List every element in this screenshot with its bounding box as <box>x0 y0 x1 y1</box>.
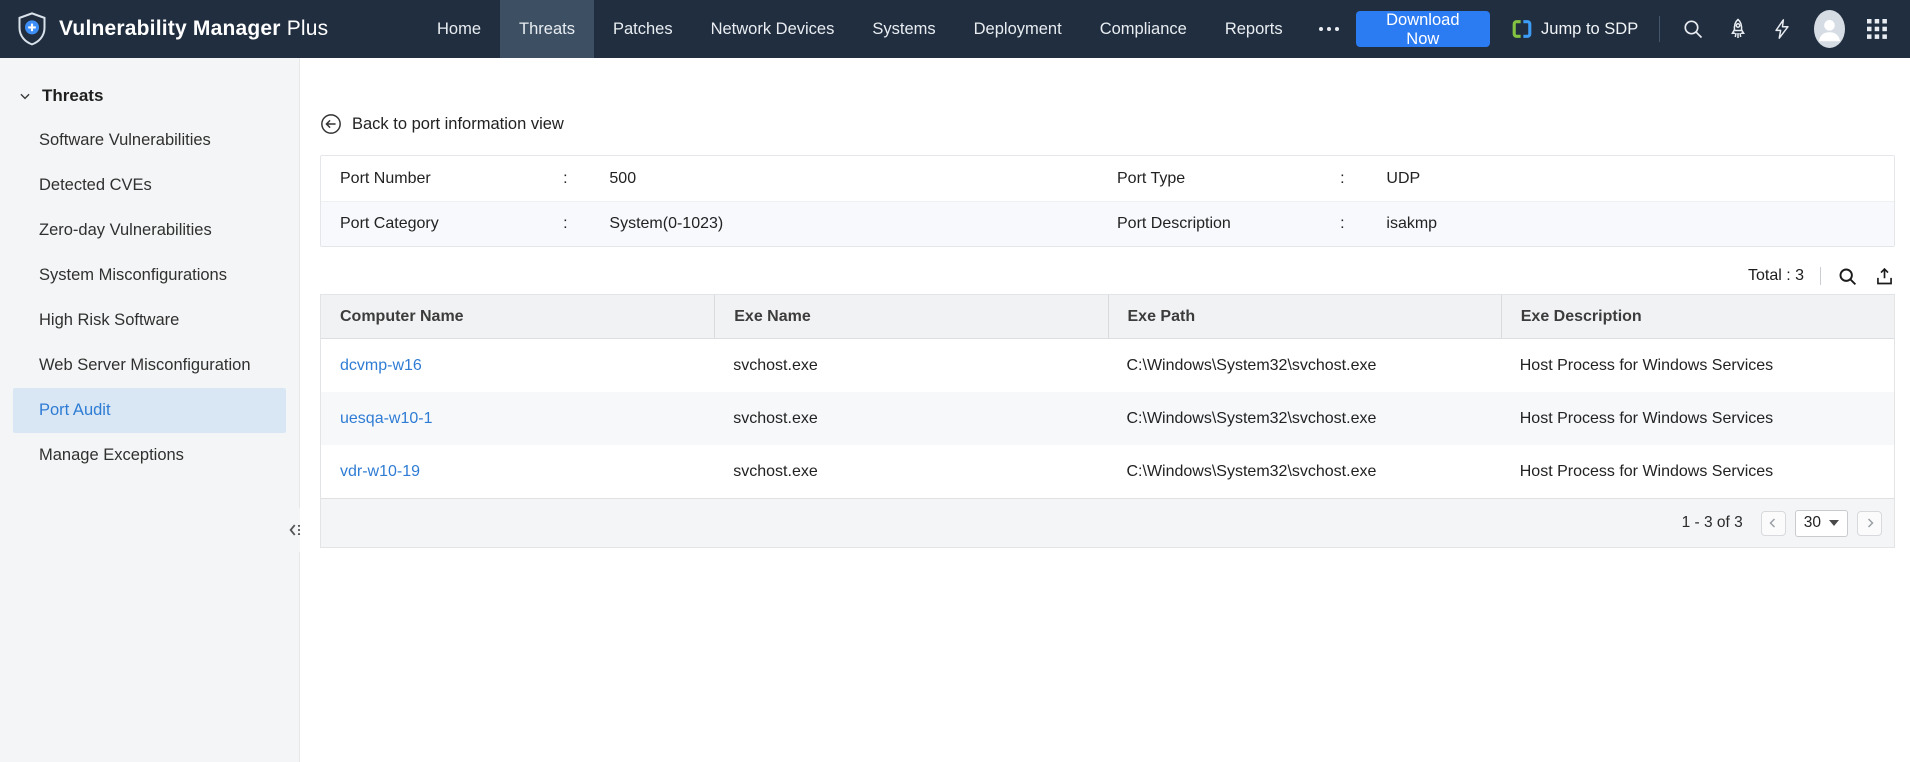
exe-path-cell: C:\Windows\System32\svchost.exe <box>1126 356 1377 374</box>
computer-name-link[interactable]: uesqa-w10-1 <box>340 410 433 428</box>
column-header-computer-name[interactable]: Computer Name <box>321 295 714 338</box>
main-content: Back to port information view Port Numbe… <box>300 58 1910 762</box>
nav-home[interactable]: Home <box>418 0 500 58</box>
export-icon[interactable] <box>1874 266 1895 287</box>
main-nav: Home Threats Patches Network Devices Sys… <box>418 0 1356 58</box>
more-menu-icon[interactable] <box>1302 27 1356 31</box>
sidebar: Threats Software Vulnerabilities Detecte… <box>0 58 300 762</box>
table-row: uesqa-w10-1 svchost.exe C:\Windows\Syste… <box>321 392 1894 445</box>
port-info-row: Port Category : System(0-1023) Port Desc… <box>321 201 1894 246</box>
exe-name-cell: svchost.exe <box>733 462 818 480</box>
user-avatar[interactable] <box>1814 10 1845 48</box>
nav-network-devices[interactable]: Network Devices <box>692 0 854 58</box>
table-row: vdr-w10-19 svchost.exe C:\Windows\System… <box>321 445 1894 498</box>
sidebar-item-zero-day-vulnerabilities[interactable]: Zero-day Vulnerabilities <box>0 208 299 253</box>
total-count: Total : 3 <box>1747 267 1804 284</box>
port-number-label: Port Number <box>340 169 431 187</box>
app-title: Vulnerability Manager Plus <box>59 17 329 40</box>
exe-description-cell: Host Process for Windows Services <box>1519 409 1774 427</box>
next-page-button[interactable] <box>1857 510 1882 536</box>
table-search-icon[interactable] <box>1837 266 1858 287</box>
sidebar-item-port-audit[interactable]: Port Audit <box>13 388 286 433</box>
table-header-row: Computer Name Exe Name Exe Path Exe Desc… <box>321 295 1894 339</box>
table-row: dcvmp-w16 svchost.exe C:\Windows\System3… <box>321 339 1894 392</box>
sidebar-group-threats[interactable]: Threats <box>0 74 299 118</box>
brand: Vulnerability Manager Plus <box>0 12 360 46</box>
column-header-exe-description[interactable]: Exe Description <box>1500 295 1894 338</box>
exe-path-cell: C:\Windows\System32\svchost.exe <box>1126 462 1377 480</box>
sidebar-item-high-risk-software[interactable]: High Risk Software <box>0 298 299 343</box>
back-link[interactable]: Back to port information view <box>320 113 1895 135</box>
jump-to-sdp-link[interactable]: Jump to SDP <box>1511 18 1638 40</box>
topbar-right-actions: Download Now Jump to SDP <box>1355 10 1910 48</box>
port-processes-table: Computer Name Exe Name Exe Path Exe Desc… <box>320 294 1895 548</box>
exe-description-cell: Host Process for Windows Services <box>1519 356 1774 374</box>
lightning-icon[interactable] <box>1771 17 1793 41</box>
sidebar-item-web-server-misconfiguration[interactable]: Web Server Misconfiguration <box>0 343 299 388</box>
top-navigation-bar: Vulnerability Manager Plus Home Threats … <box>0 0 1910 58</box>
port-type-value: UDP <box>1386 169 1421 187</box>
pagination-bar: 1 - 3 of 3 30 <box>321 498 1894 547</box>
nav-compliance[interactable]: Compliance <box>1081 0 1206 58</box>
select-caret-icon <box>1829 520 1839 526</box>
sdp-logo-icon <box>1511 18 1533 40</box>
port-info-panel: Port Number : 500 Port Type : UDP Port C… <box>320 155 1895 247</box>
port-number-value: 500 <box>609 169 637 187</box>
topbar-divider <box>1659 16 1661 42</box>
exe-name-cell: svchost.exe <box>733 356 818 374</box>
computer-name-link[interactable]: dcvmp-w16 <box>340 357 422 375</box>
port-category-value: System(0-1023) <box>609 215 724 232</box>
exe-path-cell: C:\Windows\System32\svchost.exe <box>1126 409 1377 427</box>
download-now-button[interactable]: Download Now <box>1355 11 1491 48</box>
rocket-icon[interactable] <box>1726 17 1750 41</box>
nav-reports[interactable]: Reports <box>1206 0 1302 58</box>
apps-grid-icon[interactable] <box>1866 18 1888 40</box>
sidebar-item-detected-cves[interactable]: Detected CVEs <box>0 163 299 208</box>
column-header-exe-name[interactable]: Exe Name <box>714 295 1107 338</box>
port-type-label: Port Type <box>1117 169 1186 187</box>
chevron-down-icon <box>18 89 32 103</box>
computer-name-link[interactable]: vdr-w10-19 <box>340 463 420 481</box>
back-arrow-icon <box>320 113 342 135</box>
table-toolbar: Total : 3 <box>320 261 1895 291</box>
shield-logo-icon <box>17 12 47 46</box>
page-size-select[interactable]: 30 <box>1794 509 1848 537</box>
exe-name-cell: svchost.exe <box>733 409 818 427</box>
nav-patches[interactable]: Patches <box>594 0 692 58</box>
port-description-label: Port Description <box>1117 215 1231 232</box>
port-category-label: Port Category <box>340 215 439 232</box>
sidebar-item-manage-exceptions[interactable]: Manage Exceptions <box>0 433 299 478</box>
sidebar-item-system-misconfigurations[interactable]: System Misconfigurations <box>0 253 299 298</box>
port-info-row: Port Number : 500 Port Type : UDP <box>321 156 1894 201</box>
column-header-exe-path[interactable]: Exe Path <box>1107 295 1501 338</box>
search-icon[interactable] <box>1681 17 1705 41</box>
sidebar-item-software-vulnerabilities[interactable]: Software Vulnerabilities <box>0 118 299 163</box>
nav-deployment[interactable]: Deployment <box>955 0 1081 58</box>
nav-systems[interactable]: Systems <box>853 0 954 58</box>
toolbar-divider <box>1820 267 1821 285</box>
pagination-range: 1 - 3 of 3 <box>1681 514 1743 531</box>
nav-threats[interactable]: Threats <box>500 0 594 58</box>
port-description-value: isakmp <box>1386 215 1438 232</box>
previous-page-button[interactable] <box>1760 510 1786 536</box>
exe-description-cell: Host Process for Windows Services <box>1519 462 1774 480</box>
